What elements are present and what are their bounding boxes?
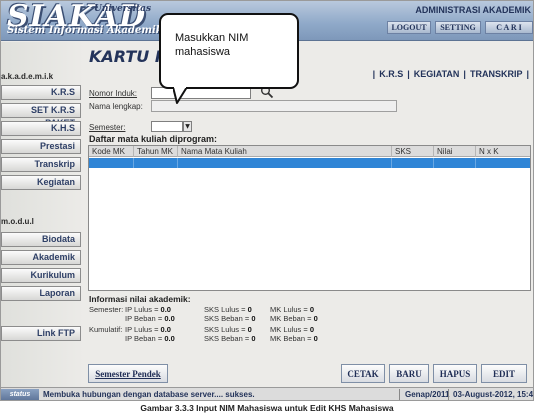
column-header: Kode MK [89,146,134,157]
sidebar-item-set-krs-paket[interactable]: SET K.R.S PAKET [1,103,81,128]
logout-button[interactable]: LOGOUT [387,21,431,34]
edit-button[interactable]: EDIT [481,364,527,383]
sidebar-item-kurikulum[interactable]: Kurikulum [1,268,81,283]
column-header: Nilai [434,146,476,157]
callout-bubble: Masukkan NIM mahasiswa [159,13,299,89]
screenshot-page: SIAKAD Universitas Sistem Informasi Akad… [0,0,534,416]
info-semester-label: Semester: [89,305,124,314]
chevron-down-icon[interactable]: ▼ [183,121,192,132]
link-ftp-button[interactable]: Link FTP [1,326,81,341]
setting-button[interactable]: SETTING [435,21,481,34]
sem-sks-beban: SKS Beban = 0 [204,314,256,323]
status-bar: status Membuka hubungan dengan database … [1,387,534,400]
callout-pointer [173,87,188,104]
sidebar: a.k.a.d.e.m.i.k K.R.S SET K.R.S PAKET K.… [1,42,85,387]
sidebar-item-akademik[interactable]: Akademik [1,250,81,265]
table-cell [89,158,134,168]
kum-ip-lulus: IP Lulus = 0.0 [125,325,171,334]
sem-mk-beban: MK Beban = 0 [270,314,318,323]
figure-caption: Gambar 3.3.3 Input NIM Mahasiswa untuk E… [140,403,394,413]
university-label: Universitas [94,4,152,14]
sidebar-item-laporan[interactable]: Laporan [1,286,81,301]
course-table-header: Kode MK Tahun MK Nama Mata Kuliah SKS Ni… [89,146,530,157]
sidebar-item-biodata[interactable]: Biodata [1,232,81,247]
table-cell [134,158,178,168]
sem-ip-beban: IP Beban = 0.0 [125,314,175,323]
kum-sks-lulus: SKS Lulus = 0 [204,325,252,334]
baru-button[interactable]: BARU [389,364,429,383]
status-semester: Genap/2011 [405,390,450,399]
sem-ip-lulus: IP Lulus = 0.0 [125,305,171,314]
siakad-window: SIAKAD Universitas Sistem Informasi Akad… [0,0,534,401]
sidebar-item-transkrip[interactable]: Transkrip [1,157,81,172]
hapus-button[interactable]: HAPUS [433,364,477,383]
search-button[interactable]: C A R I [485,21,533,34]
sidebar-item-krs[interactable]: K.R.S [1,85,81,100]
nav-separator: | [372,69,376,79]
app-title: ADMINISTRASI AKADEMIK [415,5,531,15]
kum-mk-lulus: MK Lulus = 0 [270,325,315,334]
kum-sks-beban: SKS Beban = 0 [204,334,256,343]
sem-sks-lulus: SKS Lulus = 0 [204,305,252,314]
sem-mk-lulus: MK Lulus = 0 [270,305,315,314]
status-tag: status [1,389,39,400]
nav-separator: | [463,69,466,79]
status-date: 03-August-2012, 15:4 [453,390,534,399]
table-cell [178,158,392,168]
semester-pendek-button[interactable]: Semester Pendek [88,364,168,383]
sidebar-item-khs[interactable]: K.H.S [1,121,81,136]
cetak-button[interactable]: CETAK [341,364,385,383]
kum-ip-beban: IP Beban = 0.0 [125,334,175,343]
nav-link-kegiatan[interactable]: KEGIATAN [414,69,460,79]
sidebar-section-modul: m.o.d.u.l [1,217,34,226]
status-divider [399,389,400,400]
table-cell [434,158,476,168]
sidebar-section-akademik: a.k.a.d.e.m.i.k [1,72,54,81]
column-header: SKS [392,146,434,157]
course-table[interactable]: Kode MK Tahun MK Nama Mata Kuliah SKS Ni… [88,145,531,291]
table-cell [392,158,434,168]
column-header: Nama Mata Kuliah [178,146,392,157]
sidebar-item-kegiatan[interactable]: Kegiatan [1,175,81,190]
table-row-selected[interactable] [89,158,530,168]
nav-separator: | [526,69,529,79]
main-panel: KARTU HA | K.R.S | KEGIATAN | TRANSKRIP … [85,42,533,387]
column-header: Tahun MK [134,146,178,157]
info-title: Informasi nilai akademik: [89,294,191,304]
nav-link-krs[interactable]: K.R.S [379,69,403,79]
page-nav: | K.R.S | KEGIATAN | TRANSKRIP | [373,69,529,79]
semester-select[interactable] [151,121,183,132]
nim-label: Nomor Induk: [89,89,138,98]
semester-label: Semester: [89,123,126,132]
status-message: Membuka hubungan dengan database server.… [43,390,255,399]
status-divider [448,389,449,400]
sidebar-item-prestasi[interactable]: Prestasi [1,139,81,154]
course-list-title: Daftar mata kuliah diprogram: [89,134,218,144]
info-kumulatif-label: Kumulatif: [89,325,123,334]
kum-mk-beban: MK Beban = 0 [270,334,318,343]
callout-text: Masukkan NIM mahasiswa [175,32,249,58]
nav-separator: | [407,69,410,79]
column-header: N x K [479,147,499,156]
nav-link-transkrip[interactable]: TRANSKRIP [470,69,523,79]
logo-subtitle: Sistem Informasi Akademik [7,25,163,36]
nama-label: Nama lengkap: [89,102,143,111]
